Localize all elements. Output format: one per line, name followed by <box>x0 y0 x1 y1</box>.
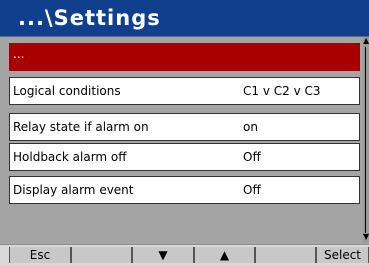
list-item-value: C1 v C2 v C3 <box>243 84 321 98</box>
list-item-logical-conditions[interactable]: Logical conditions C1 v C2 v C3 <box>9 77 360 105</box>
list-item-value: Off <box>243 150 261 164</box>
list-item-label: Logical conditions <box>13 84 121 98</box>
softkey-bar: Esc ▼ ▲ Select <box>0 244 369 265</box>
select-button[interactable]: Select <box>316 247 369 263</box>
esc-button[interactable]: Esc <box>9 247 71 263</box>
title-bar: ...\Settings <box>0 0 369 37</box>
page-title: ...\Settings <box>18 6 161 30</box>
list-item-selected[interactable]: ... <box>9 43 360 71</box>
list-item-label: ... <box>13 47 25 61</box>
down-button[interactable]: ▼ <box>132 247 194 263</box>
list-item-value: Off <box>243 183 261 197</box>
list-item-label: Display alarm event <box>13 183 134 197</box>
blank-softkey-2[interactable] <box>255 247 316 263</box>
list-item-display-alarm-event[interactable]: Display alarm event Off <box>9 176 360 204</box>
chevron-down-icon[interactable]: ▼ <box>363 233 369 241</box>
scroll-track <box>365 47 366 233</box>
list-item-label: Holdback alarm off <box>13 150 127 164</box>
list-item-label: Relay state if alarm on <box>13 120 149 134</box>
blank-softkey-1[interactable] <box>71 247 132 263</box>
settings-list: ... Logical conditions C1 v C2 v C3 Rela… <box>0 37 364 243</box>
chevron-up-icon[interactable]: ▲ <box>363 37 369 45</box>
up-button[interactable]: ▲ <box>194 247 255 263</box>
list-item-value: on <box>243 120 258 134</box>
list-item-holdback-alarm[interactable]: Holdback alarm off Off <box>9 143 360 171</box>
list-item-relay-state[interactable]: Relay state if alarm on on <box>9 113 360 141</box>
scrollbar[interactable]: ▲ ▼ <box>363 37 369 243</box>
